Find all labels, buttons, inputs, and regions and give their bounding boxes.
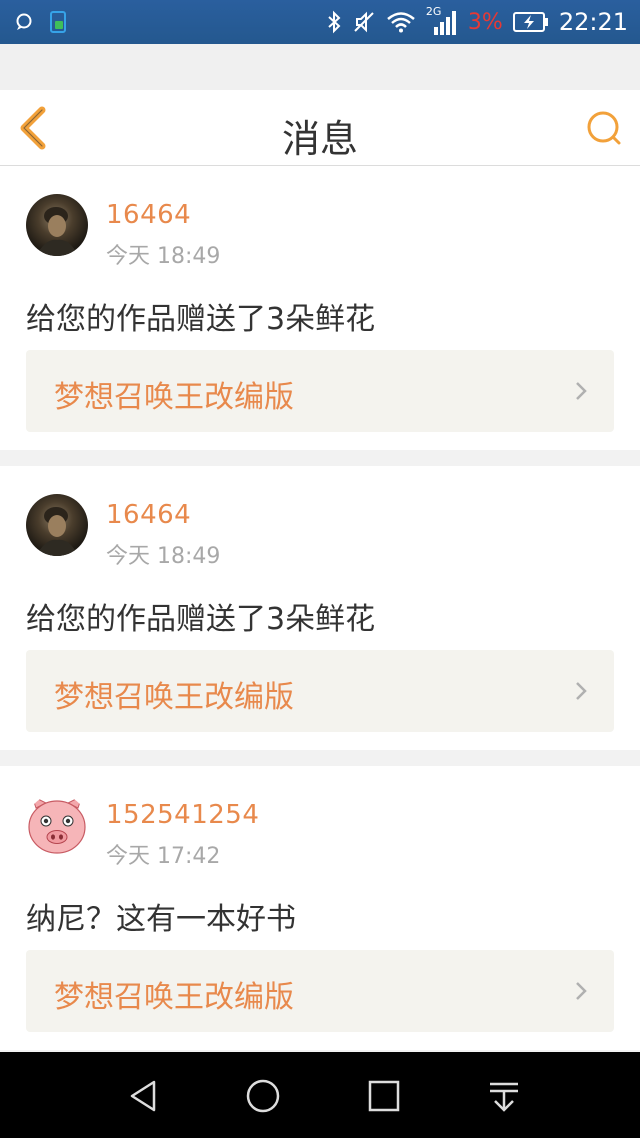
book-link[interactable]: 梦想召唤王改编版 [26, 650, 614, 732]
system-nav-bar [0, 1052, 640, 1138]
message-text: 给您的作品赠送了3朵鲜花 [26, 602, 376, 637]
message-text: 纳尼？这有一本好书 [26, 902, 296, 937]
page-title: 消息 [281, 117, 358, 161]
username[interactable]: 152541254 [106, 800, 259, 830]
photo-avatar-icon [36, 207, 78, 256]
timestamp: 今天 17:42 [106, 844, 221, 869]
photo-avatar-icon [36, 507, 78, 556]
bluetooth-icon [328, 10, 341, 34]
avatar[interactable] [26, 494, 88, 556]
message-card: 16464 今天 18:49 给您的作品赠送了3朵鲜花 梦想召唤王改编版 [0, 466, 640, 750]
app-notification-icon [50, 11, 66, 33]
chevron-right-icon [576, 682, 587, 700]
search-icon[interactable] [584, 108, 624, 148]
top-spacer [0, 44, 640, 90]
message-text: 给您的作品赠送了3朵鲜花 [26, 302, 376, 337]
recents-square-icon[interactable] [364, 1076, 404, 1116]
chat-icon [16, 13, 32, 30]
chevron-right-icon [576, 982, 587, 1000]
message-list: 16464 今天 18:49 给您的作品赠送了3朵鲜花 梦想召唤王改编版 164… [0, 166, 640, 1066]
back-triangle-icon[interactable] [124, 1076, 164, 1116]
battery-charging-icon [512, 12, 548, 32]
book-link[interactable]: 梦想召唤王改编版 [26, 350, 614, 432]
clock: 22:21 [558, 8, 628, 36]
timestamp: 今天 18:49 [106, 244, 221, 269]
avatar[interactable] [26, 194, 88, 256]
avatar[interactable] [26, 794, 88, 856]
notification-pull-icon[interactable] [484, 1076, 524, 1116]
book-link[interactable]: 梦想召唤王改编版 [26, 950, 614, 1032]
mute-icon [354, 11, 374, 33]
timestamp: 今天 18:49 [106, 544, 221, 569]
status-bar: 2G 3% 22:21 [0, 0, 640, 44]
home-circle-icon[interactable] [243, 1076, 283, 1116]
pig-avatar-icon [28, 795, 86, 854]
chevron-right-icon [576, 382, 587, 400]
book-title: 梦想召唤王改编版 [54, 680, 294, 715]
signal-icon: 2G [426, 5, 458, 37]
username[interactable]: 16464 [106, 200, 191, 230]
book-title: 梦想召唤王改编版 [54, 980, 294, 1015]
username[interactable]: 16464 [106, 500, 191, 530]
header-bar: 消息 [0, 90, 640, 166]
battery-percent: 3% [467, 9, 503, 35]
message-card: 16464 今天 18:49 给您的作品赠送了3朵鲜花 梦想召唤王改编版 [0, 166, 640, 450]
wifi-icon [387, 12, 415, 33]
message-card: 152541254 今天 17:42 纳尼？这有一本好书 梦想召唤王改编版 [0, 766, 640, 1050]
book-title: 梦想召唤王改编版 [54, 380, 294, 415]
